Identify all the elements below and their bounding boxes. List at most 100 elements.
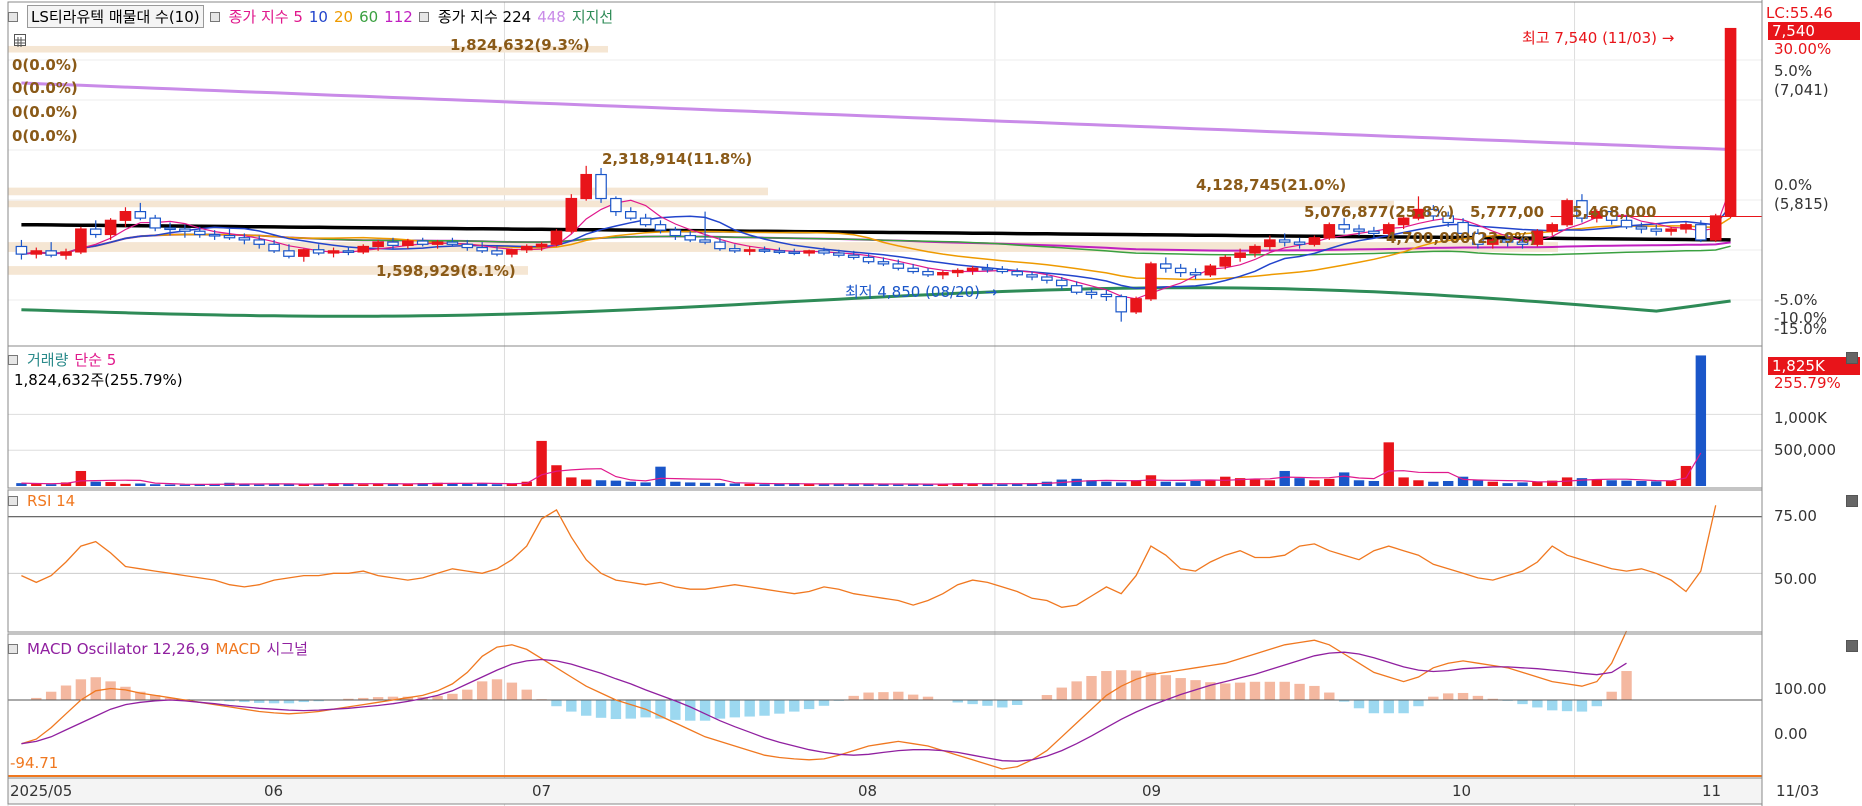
volume-legend: 거래량 단순 5	[8, 349, 116, 370]
vp-label: 1,824,632(9.3%)	[450, 36, 590, 54]
volume-bar	[1576, 478, 1588, 486]
macd-osc-bar	[580, 700, 592, 716]
candle-body	[1635, 226, 1648, 230]
stock-chart-canvas[interactable]	[0, 0, 1862, 806]
candle-body	[788, 251, 801, 255]
ma448-label[interactable]: 448	[537, 8, 566, 26]
ma60-label[interactable]: 60	[359, 8, 378, 26]
checkbox-icon[interactable]	[418, 11, 429, 22]
candle-body	[758, 249, 771, 252]
macd-osc-bar	[1011, 700, 1023, 705]
candle-body	[1100, 293, 1113, 298]
volume-bars[interactable]	[16, 355, 1707, 486]
candle-body	[1130, 298, 1142, 313]
macd-osc-bar	[1056, 687, 1067, 700]
ma224-label[interactable]: 종가 지수 224	[438, 6, 531, 27]
support-label[interactable]: 지지선	[572, 6, 613, 27]
macd-osc-bar	[789, 700, 800, 712]
candle-body	[89, 228, 102, 236]
macd-osc-bar	[1353, 700, 1365, 709]
macd-osc-bar	[120, 686, 131, 700]
macd-osc-bar	[105, 681, 116, 700]
panel-close-icon[interactable]	[1846, 352, 1858, 364]
volume-title[interactable]: 거래량	[27, 349, 68, 370]
volume-bar	[1413, 480, 1424, 486]
checkbox-icon[interactable]	[209, 11, 220, 22]
volume-current-label: 1,824,632주(255.79%)	[14, 371, 183, 389]
macd-osc-bar	[566, 700, 577, 712]
candle-body	[119, 211, 132, 221]
candle-body	[164, 227, 176, 231]
candle-body	[550, 230, 563, 245]
macd-osc-bar	[685, 700, 696, 721]
candle-body	[1249, 245, 1261, 254]
checkbox-icon[interactable]	[8, 354, 18, 365]
price-5-label: (7,041)	[1774, 81, 1829, 99]
macd-osc-bar	[818, 700, 830, 706]
rsi-line	[8, 505, 1762, 608]
price-candles[interactable]	[15, 27, 1737, 322]
ma112-label[interactable]: 112	[384, 8, 413, 26]
x-label-last-date: 11/03	[1776, 782, 1820, 800]
volume-bar	[1695, 355, 1707, 486]
volume-bar	[1220, 476, 1231, 486]
candle-body	[654, 224, 667, 231]
candle-body	[268, 243, 280, 252]
volume-bar	[120, 483, 131, 486]
macd-osc-bar	[447, 693, 458, 700]
candle-body	[1680, 224, 1692, 230]
signal-title[interactable]: 시그널	[267, 638, 308, 659]
volume-bar	[655, 466, 666, 486]
candle-body	[1665, 228, 1677, 232]
volume-ma-label[interactable]: 단순 5	[74, 349, 116, 370]
title-label[interactable]: LS티라유텍 매물대 수(10)	[27, 5, 204, 28]
rsi-title[interactable]: RSI 14	[27, 492, 75, 510]
volume-bar	[1517, 482, 1528, 486]
macd-osc-bar	[610, 700, 622, 720]
candle-body	[907, 267, 919, 273]
ma20-label[interactable]: 20	[334, 8, 353, 26]
lc-label: LC:55.46	[1766, 4, 1833, 22]
volume-bar	[1294, 478, 1305, 486]
candle-body	[1293, 241, 1306, 245]
panel-close-icon[interactable]	[1846, 495, 1858, 507]
volume-profile-band	[8, 187, 768, 196]
volume-bar	[729, 483, 741, 486]
volume-bar	[580, 479, 592, 486]
volume-ma5-line	[21, 452, 1702, 486]
candle-body	[461, 243, 474, 249]
high-annotation: 최고 7,540 (11/03) →	[1522, 29, 1675, 47]
panel-close-icon[interactable]	[1846, 640, 1858, 652]
macd-title[interactable]: MACD	[216, 640, 261, 658]
volume-bar	[610, 480, 622, 486]
candle-body	[580, 173, 592, 200]
candle-body	[208, 233, 221, 237]
macd-osc-bar	[1457, 692, 1469, 700]
x-label-2025-05: 2025/05	[10, 782, 73, 800]
volume-bar	[1324, 478, 1335, 486]
checkbox-icon[interactable]	[8, 643, 18, 654]
vp-label: 0(0.0%)	[12, 56, 78, 74]
ma5-label[interactable]: 종가 지수 5	[229, 6, 303, 27]
volume-bar	[135, 483, 146, 486]
ma10-label[interactable]: 10	[309, 8, 328, 26]
volume-bar	[149, 484, 161, 486]
candle-body	[372, 241, 384, 248]
table-icon[interactable]	[14, 34, 26, 47]
macd-osc-bar	[699, 700, 711, 721]
volume-bar	[566, 477, 577, 486]
candle-body	[387, 241, 399, 246]
checkbox-icon[interactable]	[8, 11, 18, 22]
candle-body	[1189, 272, 1202, 276]
candle-body	[30, 250, 43, 255]
x-label-06: 06	[264, 782, 284, 800]
macd-osc-title[interactable]: MACD Oscillator 12,26,9	[27, 640, 210, 658]
candle-body	[1650, 228, 1663, 232]
volume-bar	[699, 482, 711, 486]
macd-osc-bar	[1532, 700, 1543, 708]
volume-bar	[1591, 479, 1603, 486]
volume-bar	[1353, 480, 1365, 486]
vp-label: 0(0.0%)	[12, 79, 78, 97]
checkbox-icon[interactable]	[8, 496, 18, 506]
macd-osc-bar	[1591, 700, 1603, 707]
